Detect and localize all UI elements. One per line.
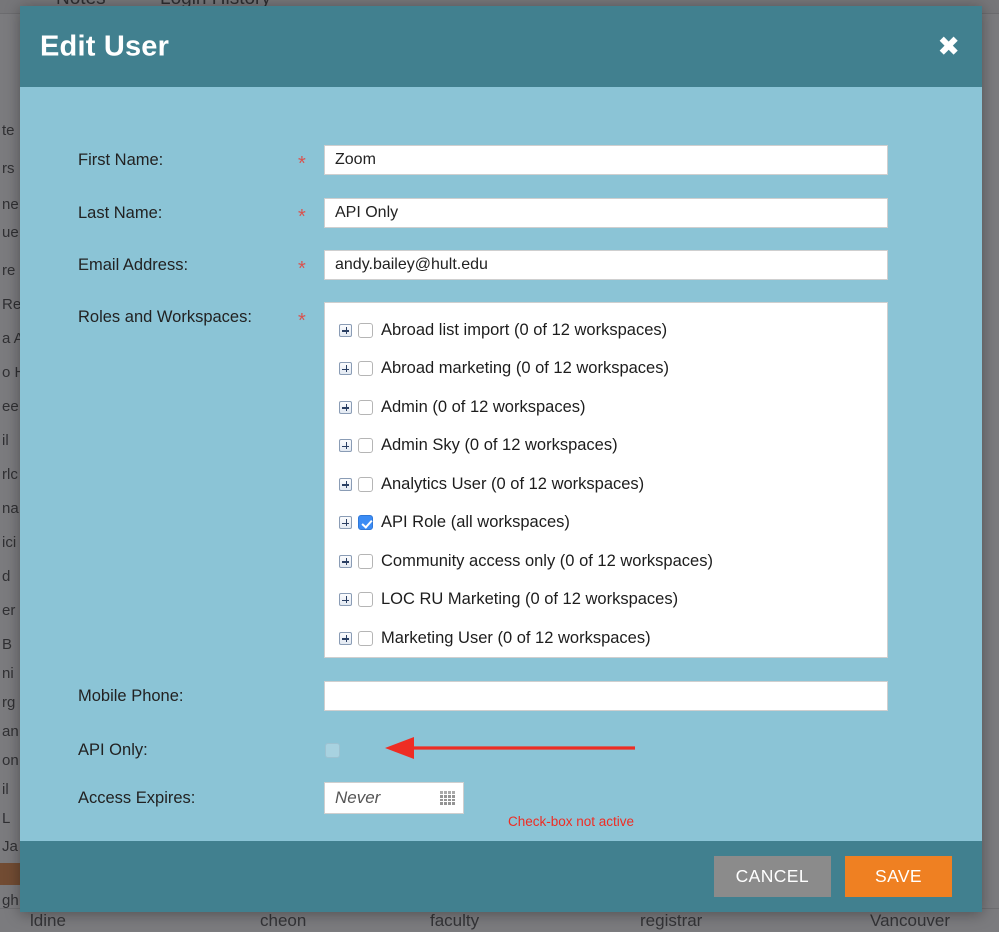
expand-plus-icon[interactable] xyxy=(339,516,352,530)
field-row-first-name: First Name: * xyxy=(20,145,982,179)
role-checkbox[interactable] xyxy=(358,592,373,608)
field-row-api-only: API Only: * xyxy=(20,733,982,767)
last-name-label: Last Name: xyxy=(78,204,163,222)
field-row-roles: Roles and Workspaces: * Abroad list impo… xyxy=(20,302,982,658)
save-button[interactable]: SAVE xyxy=(845,856,952,897)
role-checkbox[interactable] xyxy=(358,399,373,415)
role-label: Admin (0 of 12 workspaces) xyxy=(381,397,586,416)
role-label: Marketing User (0 of 12 workspaces) xyxy=(381,628,651,647)
role-label: LOC RU Marketing (0 of 12 workspaces) xyxy=(381,590,679,609)
roles-label: Roles and Workspaces: xyxy=(78,308,252,326)
mobile-phone-input[interactable] xyxy=(324,681,888,711)
close-icon[interactable]: ✖ xyxy=(937,33,960,60)
role-list-item[interactable]: Marketing User (0 of 12 workspaces) xyxy=(325,619,887,657)
field-row-email: Email Address: * xyxy=(20,250,982,284)
role-checkbox[interactable] xyxy=(358,515,373,531)
expand-plus-icon[interactable] xyxy=(339,400,352,414)
expand-plus-icon[interactable] xyxy=(339,362,352,376)
email-required-marker: * xyxy=(298,258,306,280)
roles-required-marker: * xyxy=(298,310,306,332)
role-checkbox[interactable] xyxy=(358,553,373,569)
role-label: Abroad list import (0 of 12 workspaces) xyxy=(381,320,668,339)
access-expires-value: Never xyxy=(335,788,381,807)
edit-user-modal: Edit User ✖ First Name: * Last Name: * E… xyxy=(20,6,982,912)
role-label: Community access only (0 of 12 workspace… xyxy=(381,551,713,570)
role-label: Abroad marketing (0 of 12 workspaces) xyxy=(381,359,669,378)
role-checkbox[interactable] xyxy=(358,476,373,492)
expand-plus-icon[interactable] xyxy=(339,323,352,337)
role-checkbox[interactable] xyxy=(358,438,373,454)
last-name-required-marker: * xyxy=(298,206,306,228)
expand-plus-icon[interactable] xyxy=(339,593,352,607)
modal-header: Edit User ✖ xyxy=(20,6,982,87)
first-name-input[interactable] xyxy=(324,145,888,175)
role-list-item[interactable]: Analytics User (0 of 12 workspaces) xyxy=(325,465,887,504)
role-list-item[interactable]: Admin Sky (0 of 12 workspaces) xyxy=(325,427,887,466)
access-expires-label: Access Expires: xyxy=(78,789,196,807)
roles-and-workspaces-list[interactable]: Abroad list import (0 of 12 workspaces) A… xyxy=(324,302,888,658)
role-label: Admin Sky (0 of 12 workspaces) xyxy=(381,436,618,455)
calendar-icon[interactable] xyxy=(440,791,455,805)
email-input[interactable] xyxy=(324,250,888,280)
role-list-item[interactable]: Admin (0 of 12 workspaces) xyxy=(325,388,887,427)
role-label: Analytics User (0 of 12 workspaces) xyxy=(381,474,645,493)
expand-plus-icon[interactable] xyxy=(339,439,352,453)
role-list-item[interactable]: Abroad marketing (0 of 12 workspaces) xyxy=(325,350,887,389)
api-only-label: API Only: xyxy=(78,741,148,759)
role-checkbox[interactable] xyxy=(358,630,373,646)
mobile-phone-required-marker: * xyxy=(298,681,324,715)
modal-footer: CANCEL SAVE xyxy=(20,841,982,912)
email-label: Email Address: xyxy=(78,256,189,274)
role-list-item[interactable]: LOC RU Marketing (0 of 12 workspaces) xyxy=(325,581,887,620)
field-row-last-name: Last Name: * xyxy=(20,198,982,232)
first-name-label: First Name: xyxy=(78,151,164,169)
cancel-button[interactable]: CANCEL xyxy=(713,856,831,897)
api-only-required-marker: * xyxy=(298,733,324,767)
role-checkbox[interactable] xyxy=(358,361,373,377)
role-checkbox[interactable] xyxy=(358,322,373,338)
role-list-item[interactable]: Community access only (0 of 12 workspace… xyxy=(325,542,887,581)
first-name-required-marker: * xyxy=(298,153,306,175)
role-list-item[interactable]: Abroad list import (0 of 12 workspaces) xyxy=(325,311,887,350)
access-expires-input[interactable]: Never xyxy=(324,782,464,814)
api-only-checkbox xyxy=(325,742,340,758)
field-row-access-expires: Access Expires: * Never xyxy=(20,781,982,815)
annotation-label: Check-box not active xyxy=(508,814,635,829)
modal-title: Edit User xyxy=(40,30,170,62)
expand-plus-icon[interactable] xyxy=(339,631,352,645)
modal-body: First Name: * Last Name: * Email Address… xyxy=(20,87,982,841)
access-expires-required-marker: * xyxy=(298,781,324,815)
field-row-mobile-phone: Mobile Phone: * xyxy=(20,681,982,715)
mobile-phone-label: Mobile Phone: xyxy=(78,687,184,705)
role-list-item[interactable]: API Role (all workspaces) xyxy=(325,504,887,543)
last-name-input[interactable] xyxy=(324,198,888,228)
expand-plus-icon[interactable] xyxy=(339,554,352,568)
role-label: API Role (all workspaces) xyxy=(381,513,570,532)
expand-plus-icon[interactable] xyxy=(339,477,352,491)
